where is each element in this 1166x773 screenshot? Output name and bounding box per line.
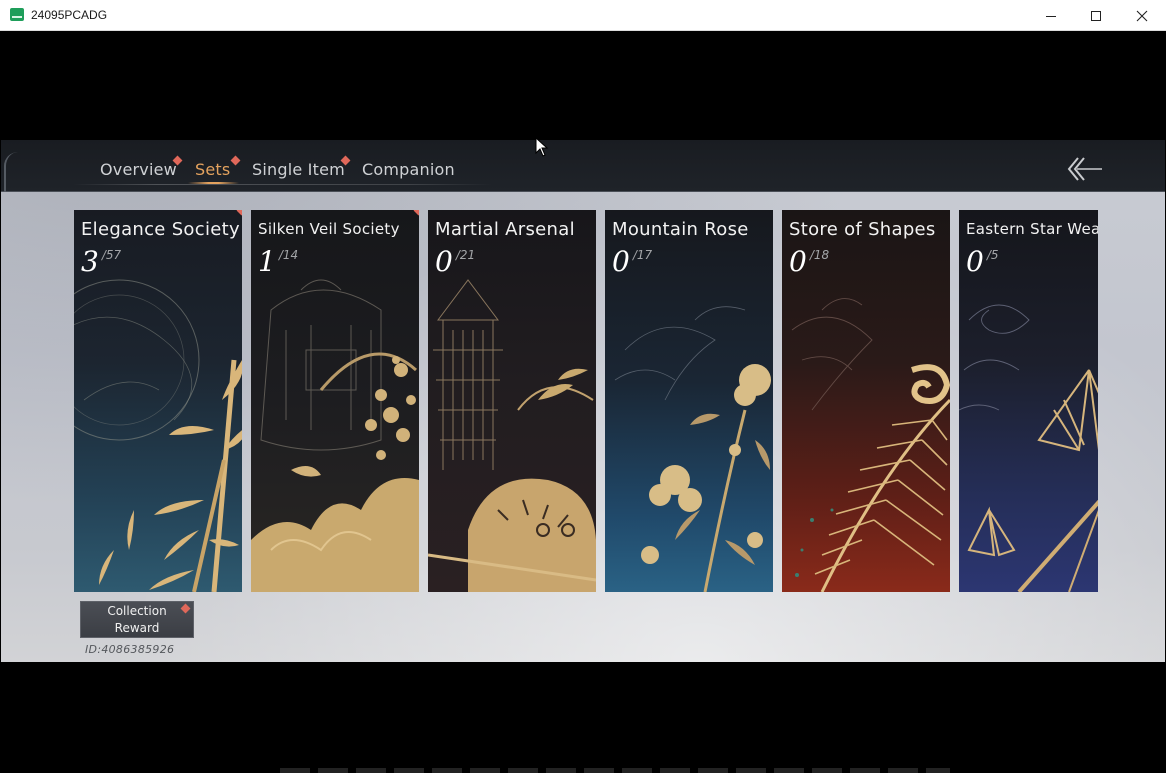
set-title: Silken Veil Society [258,220,400,238]
collected-count: 0 [612,245,630,278]
reward-label-line1: Collection [107,603,167,618]
frame-ornament [4,152,20,192]
notification-dot [230,155,241,166]
tabs-divider [73,184,493,185]
app-icon [10,8,24,21]
tab-label: Sets [195,160,231,179]
player-id: ID:4086385926 [85,643,175,656]
total-count: /14 [278,248,299,262]
close-icon [1136,10,1148,21]
tab-label: Single Item [252,160,345,179]
collected-count: 0 [789,245,807,278]
close-button[interactable] [1119,0,1165,31]
set-progress: 3/57 [81,245,121,278]
total-count: /21 [455,248,476,262]
back-button[interactable] [1064,154,1104,184]
double-chevron-left-arrow-icon [1067,157,1102,181]
set-title: Elegance Society [81,219,240,240]
tab-sets[interactable]: Sets [188,155,241,184]
minimize-button[interactable] [1028,0,1074,31]
set-progress: 0/17 [612,245,652,278]
reward-label-line2: Reward [114,620,160,635]
maximize-button[interactable] [1073,0,1119,31]
bottom-hud-strip [280,768,950,773]
notification-dot [180,603,191,614]
minimize-icon [1046,15,1056,17]
set-card-mountain-rose[interactable]: Mountain Rose 0/17 [605,210,773,592]
tab-companion[interactable]: Companion [362,160,455,179]
tab-overview[interactable]: Overview [100,155,183,179]
mouse-cursor-icon [535,137,549,157]
collected-count: 3 [81,245,99,278]
total-count: /17 [632,248,653,262]
maximize-icon [1091,10,1101,21]
window-titlebar: 24095PCADG [0,0,1166,31]
game-viewport: Overview Sets Single Item Companion Eleg… [1,140,1165,662]
set-card-silken-veil-society[interactable]: Silken Veil Society 1/14 [251,210,419,592]
collected-count: 0 [966,245,984,278]
set-title: Eastern Star Weav [966,220,1098,238]
total-count: /5 [986,248,999,262]
collection-reward-button[interactable]: Collection Reward [80,601,194,638]
set-title: Mountain Rose [612,219,749,240]
collected-count: 1 [258,245,276,278]
set-card-eastern-star-weave[interactable]: Eastern Star Weav 0/5 [959,210,1098,592]
set-progress: 0/18 [789,245,829,278]
set-progress: 0/21 [435,245,475,278]
total-count: /18 [809,248,830,262]
set-progress: 1/14 [258,245,298,278]
set-card-martial-arsenal[interactable]: Martial Arsenal 0/21 [428,210,596,592]
set-title: Store of Shapes [789,219,936,240]
tab-label: Companion [362,160,455,179]
tab-label: Overview [100,160,177,179]
window-title: 24095PCADG [31,8,108,22]
set-title: Martial Arsenal [435,219,575,240]
set-progress: 0/5 [966,245,999,278]
set-card-elegance-society[interactable]: Elegance Society 3/57 [74,210,242,592]
total-count: /57 [101,248,122,262]
tab-single-item[interactable]: Single Item [252,155,351,179]
set-card-store-of-shapes[interactable]: Store of Shapes 0/18 [782,210,950,592]
collection-top-bar: Overview Sets Single Item Companion [1,140,1165,192]
collected-count: 0 [435,245,453,278]
